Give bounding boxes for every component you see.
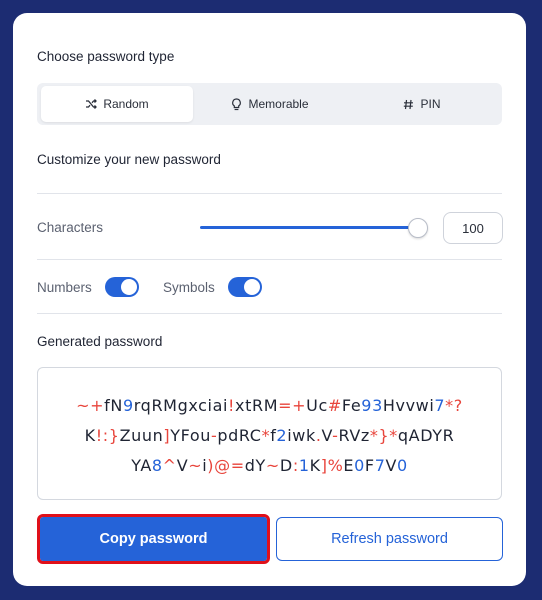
tab-random[interactable]: Random	[41, 86, 193, 122]
lightbulb-icon	[231, 97, 242, 111]
password-type-title: Choose password type	[37, 49, 175, 64]
symbols-label: Symbols	[163, 280, 215, 295]
characters-slider-handle[interactable]	[408, 218, 428, 238]
tab-memorable[interactable]: Memorable	[194, 86, 346, 122]
refresh-password-button[interactable]: Refresh password	[276, 517, 503, 561]
password-type-selector: Random Memorable PIN	[37, 83, 502, 125]
generated-password-title: Generated password	[37, 334, 163, 349]
tab-pin[interactable]: PIN	[346, 86, 498, 122]
numbers-toggle[interactable]	[105, 277, 139, 297]
generated-password-display: ~+fN9rqRMgxciai!xtRM=+Uc#Fe93Hvvwi7*? K!…	[37, 367, 502, 500]
characters-slider-track[interactable]	[200, 226, 418, 229]
numbers-label: Numbers	[37, 280, 92, 295]
divider	[37, 259, 502, 260]
symbols-toggle[interactable]	[228, 277, 262, 297]
characters-count-input[interactable]: 100	[443, 212, 503, 244]
password-generator-card: Choose password type Random Memorable PI…	[13, 13, 526, 586]
divider	[37, 193, 502, 194]
characters-label: Characters	[37, 220, 104, 235]
divider	[37, 313, 502, 314]
tab-pin-label: PIN	[420, 97, 441, 111]
shuffle-icon	[85, 98, 98, 110]
hash-icon	[403, 99, 414, 110]
password-line-1: ~+fN9rqRMgxciai!xtRM=+Uc#Fe93Hvvwi7*?	[76, 396, 463, 415]
tab-memorable-label: Memorable	[248, 97, 309, 111]
tab-random-label: Random	[103, 97, 149, 111]
password-line-3: YA8^V~i)@=dY~D:1K]%E0F7V0	[131, 456, 408, 475]
password-line-2: K!:}Zuun]YFou-pdRC*f2iwk.V-RVz*}*qADYR	[84, 426, 455, 445]
copy-password-button[interactable]: Copy password	[37, 514, 270, 564]
customize-title: Customize your new password	[37, 152, 221, 167]
